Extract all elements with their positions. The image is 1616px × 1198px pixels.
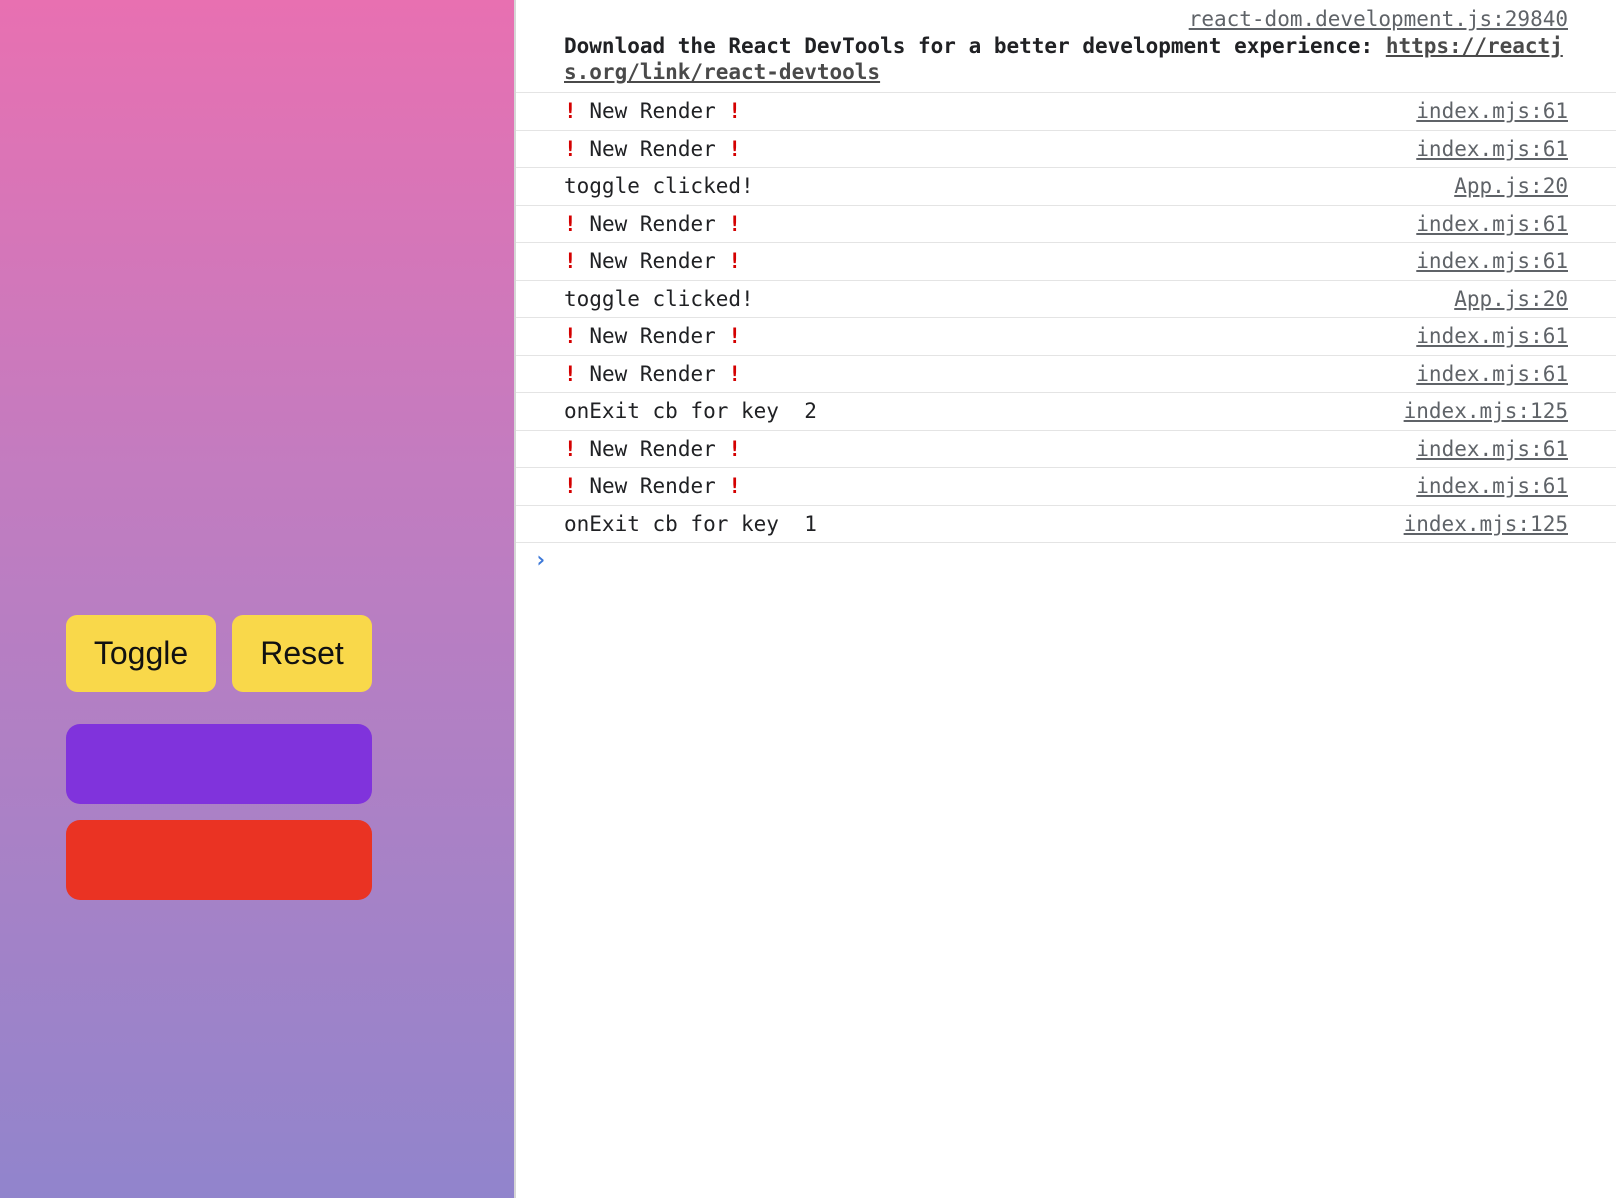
exclamation-icon: ! (564, 361, 577, 386)
console-log-message: onExit cb for key 1 (564, 511, 817, 536)
console-log-row: ! New Render ! index.mjs:61 (516, 356, 1616, 393)
exclamation-icon: ! (728, 361, 742, 386)
console-source-link[interactable]: index.mjs:61 (1416, 249, 1568, 273)
console-log-text: New Render (589, 136, 716, 161)
console-source-link[interactable]: App.js:20 (1454, 287, 1568, 311)
exclamation-icon: ! (728, 99, 742, 124)
exclamation-icon: ! (564, 249, 577, 274)
exclamation-icon: ! (728, 249, 742, 274)
console-log-message: ! New Render ! (564, 137, 741, 161)
console-log-message: ! New Render ! (564, 474, 741, 498)
console-log-message: ! New Render ! (564, 99, 741, 123)
app-preview: Toggle Reset (0, 0, 514, 1198)
console-log-list: ! New Render ! index.mjs:61! New Render !… (516, 93, 1616, 543)
console-source-link[interactable]: App.js:20 (1454, 174, 1568, 198)
console-log-text: New Render (589, 474, 716, 499)
console-source-link[interactable]: index.mjs:61 (1416, 324, 1568, 348)
console-source-link[interactable]: index.mjs:61 (1416, 362, 1568, 386)
exclamation-icon: ! (728, 474, 742, 499)
console-source-link[interactable]: index.mjs:61 (1416, 99, 1568, 123)
console-source-link[interactable]: index.mjs:61 (1416, 212, 1568, 236)
exclamation-icon: ! (564, 436, 577, 461)
console-log-message: ! New Render ! (564, 362, 741, 386)
exclamation-icon: ! (564, 136, 577, 161)
exclamation-icon: ! (728, 136, 742, 161)
console-log-message: ! New Render ! (564, 212, 741, 236)
console-log-row: toggle clicked! App.js:20 (516, 281, 1616, 318)
console-log-row: ! New Render ! index.mjs:61 (516, 431, 1616, 468)
console-source-link[interactable]: index.mjs:61 (1416, 474, 1568, 498)
console-log-row: onExit cb for key 1 index.mjs:125 (516, 506, 1616, 543)
console-log-row: ! New Render ! index.mjs:61 (516, 243, 1616, 281)
devtools-message-source-link[interactable]: react-dom.development.js:29840 (1189, 7, 1568, 31)
console-source-link[interactable]: index.mjs:61 (1416, 137, 1568, 161)
reset-button[interactable]: Reset (232, 615, 372, 692)
exclamation-icon: ! (564, 211, 577, 236)
exclamation-icon: ! (564, 99, 577, 124)
console-log-row: ! New Render ! index.mjs:61 (516, 468, 1616, 506)
console-log-text: New Render (589, 99, 716, 124)
exclamation-icon: ! (564, 324, 577, 349)
toggle-button[interactable]: Toggle (66, 615, 216, 692)
console-log-text: New Render (589, 249, 716, 274)
console-log-row: toggle clicked! App.js:20 (516, 168, 1616, 206)
console-log-message: toggle clicked! (564, 174, 754, 199)
console-source-link[interactable]: index.mjs:61 (1416, 437, 1568, 461)
exclamation-icon: ! (728, 436, 742, 461)
devtools-message-label: Download the React DevTools for a better… (564, 34, 1386, 58)
console-log-text: New Render (589, 436, 716, 461)
red-box (66, 820, 372, 900)
console-log-row: ! New Render ! index.mjs:61 (516, 131, 1616, 168)
console-source-link[interactable]: index.mjs:125 (1404, 399, 1568, 423)
console-log-row: ! New Render ! index.mjs:61 (516, 318, 1616, 356)
console-log-row: ! New Render ! index.mjs:61 (516, 93, 1616, 131)
console-prompt-icon[interactable]: › (534, 548, 547, 573)
console-log-message: ! New Render ! (564, 324, 741, 348)
console-log-message: ! New Render ! (564, 249, 741, 273)
console-log-text: New Render (589, 361, 716, 386)
exclamation-icon: ! (728, 211, 742, 236)
console-log-text: New Render (589, 211, 716, 236)
devtools-message: react-dom.development.js:29840 Download … (516, 0, 1616, 93)
console-log-row: ! New Render ! index.mjs:61 (516, 206, 1616, 243)
purple-box (66, 724, 372, 804)
exclamation-icon: ! (564, 474, 577, 499)
console-source-link[interactable]: index.mjs:125 (1404, 512, 1568, 536)
devtools-console: react-dom.development.js:29840 Download … (516, 0, 1616, 1198)
exclamation-icon: ! (728, 324, 742, 349)
console-log-message: onExit cb for key 2 (564, 399, 817, 424)
console-log-text: New Render (589, 324, 716, 349)
console-log-message: toggle clicked! (564, 286, 754, 311)
console-log-row: onExit cb for key 2 index.mjs:125 (516, 393, 1616, 431)
devtools-message-text: Download the React DevTools for a better… (564, 33, 1574, 85)
console-log-message: ! New Render ! (564, 437, 741, 461)
